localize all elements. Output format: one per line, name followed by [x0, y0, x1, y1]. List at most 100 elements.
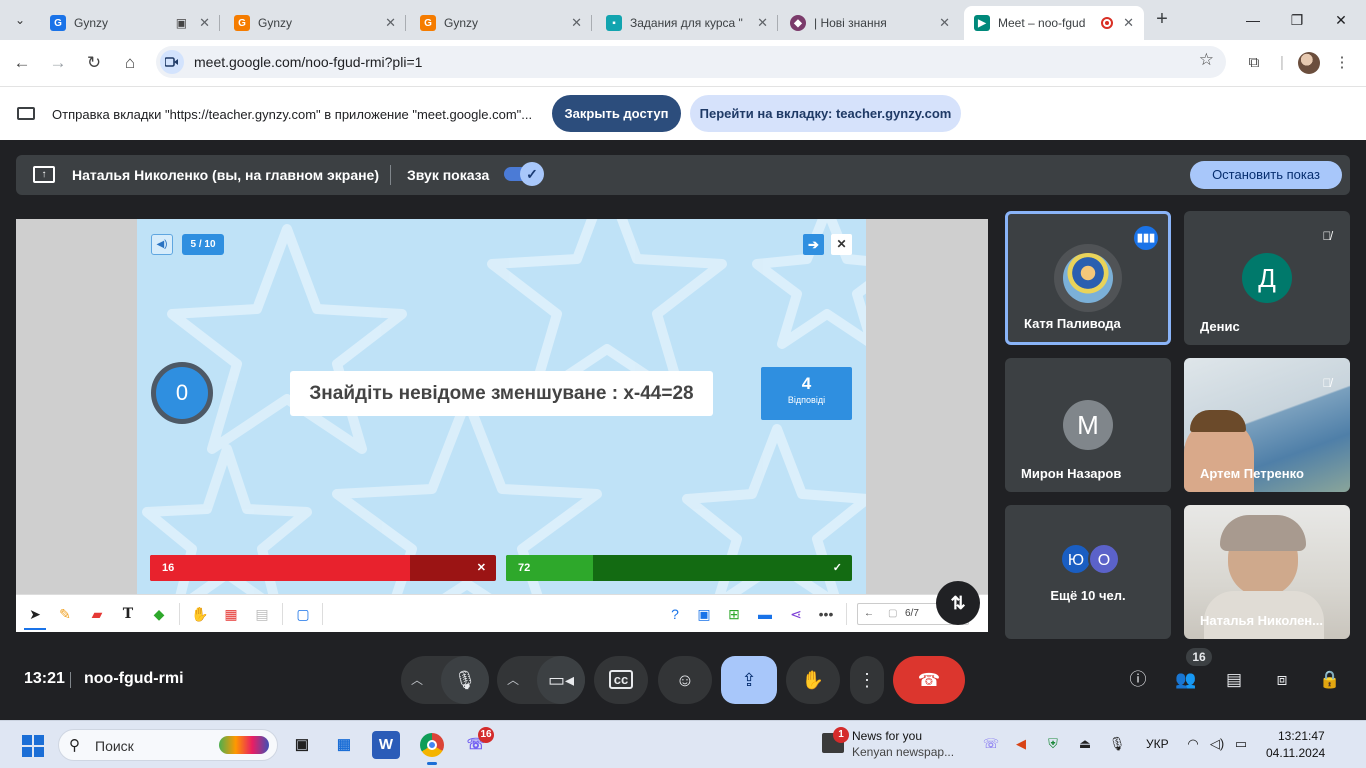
browser-tab-active[interactable]: ▶ Meet – noo-fgud ✕	[964, 6, 1144, 40]
pointer-icon[interactable]: ➤	[26, 605, 44, 623]
participant-tile[interactable]: Д 🎙̸ Денис	[1184, 211, 1350, 345]
share-sound-toggle[interactable]: ✓	[504, 162, 544, 186]
stop-access-button[interactable]: Закрыть доступ	[552, 95, 681, 132]
battery-icon[interactable]: ▭	[1232, 735, 1250, 753]
microphone-icon[interactable]: 🎙	[441, 656, 489, 704]
close-window-button[interactable]: ✕	[1326, 8, 1356, 32]
close-tab-icon[interactable]: ✕	[385, 15, 396, 31]
browser-tab[interactable]: G Gynzy ✕	[410, 6, 592, 40]
presenting-bar: ↑ Наталья Николенко (вы, на главном экра…	[16, 155, 1350, 195]
task-view-icon[interactable]: ▣	[286, 729, 318, 761]
raise-hand-button[interactable]: ✋	[786, 656, 840, 704]
address-bar[interactable]: meet.google.com/noo-fgud-rmi?pli=1 ☆	[156, 46, 1226, 78]
stop-sharing-button[interactable]: Остановить показ	[1190, 161, 1342, 189]
video-settings-chevron-icon[interactable]: ︿	[507, 656, 531, 704]
participant-tile-self[interactable]: Наталья Николен...	[1184, 505, 1350, 639]
classroom-favicon-icon: ▪	[606, 15, 622, 31]
layers-icon[interactable]: ▢	[294, 605, 312, 623]
usb-icon[interactable]: ⏏	[1076, 735, 1094, 753]
home-icon[interactable]: ⌂	[118, 51, 142, 75]
tab-search-button[interactable]: ⌄	[8, 8, 32, 32]
chat-icon[interactable]: ▤	[1222, 668, 1246, 692]
extensions-icon[interactable]: ⧉	[1242, 51, 1266, 75]
save-icon[interactable]: ▣	[695, 605, 713, 623]
forward-icon[interactable]: →	[46, 51, 70, 75]
more-options-button[interactable]: ⋮	[850, 656, 884, 704]
presenter-name: Наталья Николенко (вы, на главном экране…	[72, 167, 380, 183]
participant-tile[interactable]: М Мирон Назаров	[1005, 358, 1171, 492]
defender-icon[interactable]: ⛨	[1044, 735, 1062, 753]
minimize-button[interactable]: —	[1238, 8, 1268, 32]
news-title[interactable]: News for you	[852, 729, 922, 743]
help-icon[interactable]: ?	[666, 605, 684, 623]
folder-icon[interactable]: ▬	[756, 605, 774, 623]
profile-avatar[interactable]	[1298, 52, 1320, 74]
prev-page-icon[interactable]: ←	[864, 608, 874, 619]
browser-tab[interactable]: ▪ Задания для курса " ✕	[596, 6, 778, 40]
emoji-button[interactable]: ☺	[658, 656, 712, 704]
nz-favicon-icon: ◆	[790, 15, 806, 31]
audio-settings-chevron-icon[interactable]: ︿	[411, 656, 435, 704]
tab-title: Gynzy	[444, 16, 479, 30]
close-tab-icon[interactable]: ✕	[757, 15, 768, 31]
restore-button[interactable]: ❐	[1282, 8, 1312, 32]
new-tab-button[interactable]: +	[1150, 8, 1174, 32]
browser-tab[interactable]: G Gynzy ▣ ✕	[40, 6, 220, 40]
windows-start-icon[interactable]	[22, 735, 44, 757]
volume-icon[interactable]: ◁)	[1208, 735, 1226, 753]
microphone-tray-icon[interactable]: 🎙	[1108, 735, 1126, 753]
add-page-icon[interactable]: ⊞	[725, 605, 743, 623]
taskbar-search[interactable]: ⚲ Поиск	[58, 729, 278, 761]
sound-icon[interactable]: ◀)	[151, 234, 173, 255]
close-tab-icon[interactable]: ✕	[1123, 15, 1134, 31]
goto-tab-button[interactable]: Перейти на вкладку: teacher.gynzy.com	[690, 95, 961, 132]
tools-icon[interactable]: ▦	[222, 605, 240, 623]
sharing-infobar: Отправка вкладки "https://teacher.gynzy.…	[0, 86, 1366, 140]
close-tab-icon[interactable]: ✕	[571, 15, 582, 31]
captions-button[interactable]: cc	[594, 656, 648, 704]
input-language[interactable]: УКР	[1146, 737, 1169, 751]
camera-icon[interactable]: ▭◂	[537, 656, 585, 704]
wifi-icon[interactable]: ◠	[1184, 735, 1202, 753]
word-icon[interactable]: W	[372, 731, 400, 759]
participant-tile-more[interactable]: Ю О Ещё 10 чел.	[1005, 505, 1171, 639]
clock-date[interactable]: 04.11.2024	[1266, 746, 1325, 760]
viber-tray-icon[interactable]: ☏	[982, 735, 1000, 753]
site-info-icon[interactable]	[160, 50, 184, 74]
browser-tab[interactable]: ◆ | Нові знання ✕	[780, 6, 960, 40]
close-tab-icon[interactable]: ✕	[199, 15, 210, 31]
pencil-icon[interactable]: ✎	[56, 605, 74, 623]
back-icon[interactable]: ←	[10, 51, 34, 75]
swap-layout-button[interactable]: ⇅	[936, 581, 980, 625]
chrome-menu-icon[interactable]: ⋮	[1330, 51, 1354, 75]
shapes-icon[interactable]: ◆	[150, 605, 168, 623]
text-tool-icon[interactable]: T	[119, 605, 137, 623]
reload-icon[interactable]: ↻	[82, 51, 106, 75]
share-icon[interactable]: ⋖	[787, 605, 805, 623]
activities-icon[interactable]: ⧈	[1270, 668, 1294, 692]
meeting-info-icon[interactable]: ⓘ	[1126, 668, 1150, 692]
browser-toolbar: ← → ↻ ⌂ meet.google.com/noo-fgud-rmi?pli…	[0, 40, 1366, 86]
participant-tile[interactable]: ▮▮▮ Катя Паливода	[1005, 211, 1171, 345]
leave-call-button[interactable]: ☎	[893, 656, 965, 704]
participant-name: Катя Паливода	[1024, 316, 1121, 331]
close-icon[interactable]: ✕	[831, 234, 852, 255]
browser-tab[interactable]: G Gynzy ✕	[224, 6, 406, 40]
participant-name: Наталья Николен...	[1200, 613, 1323, 628]
participant-tile[interactable]: 🎙̸ Артем Петренко	[1184, 358, 1350, 492]
host-controls-icon[interactable]: 🔒	[1318, 668, 1342, 692]
more-icon[interactable]: •••	[817, 605, 835, 623]
close-tab-icon[interactable]: ✕	[939, 15, 950, 31]
speaker-tray-icon[interactable]: ◀	[1012, 735, 1030, 753]
store-icon[interactable]: ▦	[328, 729, 360, 761]
screen-share-icon: ▣	[175, 16, 188, 30]
bookmark-star-icon[interactable]: ☆	[1199, 50, 1214, 70]
hand-tool-icon[interactable]: ✋	[191, 605, 209, 623]
clock-time[interactable]: 13:21:47	[1278, 729, 1325, 743]
table-icon[interactable]: ▤	[253, 605, 271, 623]
next-arrow-icon[interactable]: ➔	[803, 234, 824, 255]
chrome-icon[interactable]	[416, 729, 448, 765]
present-button[interactable]: ⇪	[721, 656, 777, 704]
eraser-icon[interactable]: ▰	[88, 605, 106, 623]
people-icon[interactable]: 👥	[1174, 668, 1198, 692]
